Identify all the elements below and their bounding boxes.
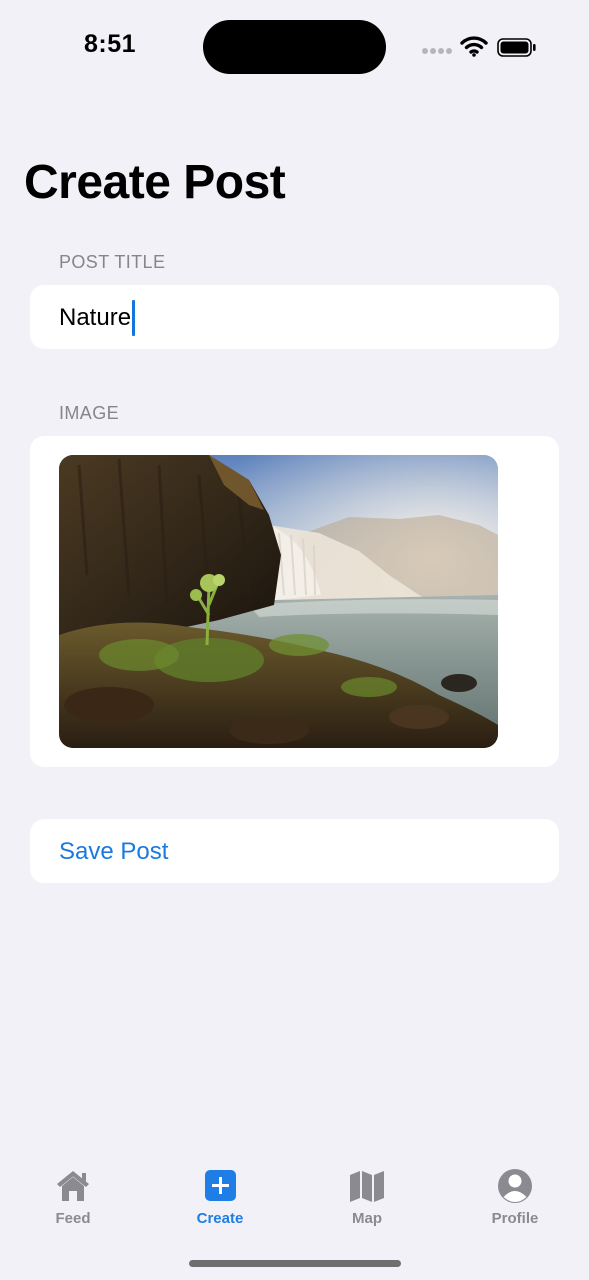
dynamic-island	[203, 20, 386, 74]
tab-profile-label: Profile	[491, 1210, 539, 1227]
battery-icon	[497, 38, 536, 57]
post-title-input[interactable]	[59, 300, 529, 336]
tab-create-label: Create	[196, 1210, 244, 1227]
selected-image[interactable]	[59, 455, 498, 748]
wifi-icon	[460, 36, 488, 57]
image-card	[30, 436, 559, 767]
post-title-section-label: POST TITLE	[59, 252, 166, 272]
tab-feed[interactable]: Feed	[23, 1166, 123, 1230]
save-post-button[interactable]: Save Post	[30, 819, 559, 883]
house-icon	[57, 1171, 89, 1201]
plus-square-icon	[205, 1170, 236, 1201]
person-circle-icon	[498, 1169, 532, 1203]
text-cursor	[132, 300, 135, 336]
tab-map-label: Map	[352, 1210, 382, 1227]
tab-profile[interactable]: Profile	[465, 1166, 565, 1230]
save-post-label: Save Post	[59, 838, 169, 865]
image-section-label: IMAGE	[59, 403, 120, 423]
map-icon	[350, 1171, 384, 1202]
cellular-signal-icon	[422, 48, 452, 56]
tab-feed-label: Feed	[55, 1210, 91, 1227]
page-title: Create Post	[24, 156, 286, 209]
tab-create[interactable]: Create	[170, 1166, 270, 1230]
tab-map[interactable]: Map	[317, 1166, 417, 1230]
home-indicator[interactable]	[189, 1260, 401, 1267]
status-time: 8:51	[84, 30, 137, 58]
post-title-card	[30, 285, 559, 349]
